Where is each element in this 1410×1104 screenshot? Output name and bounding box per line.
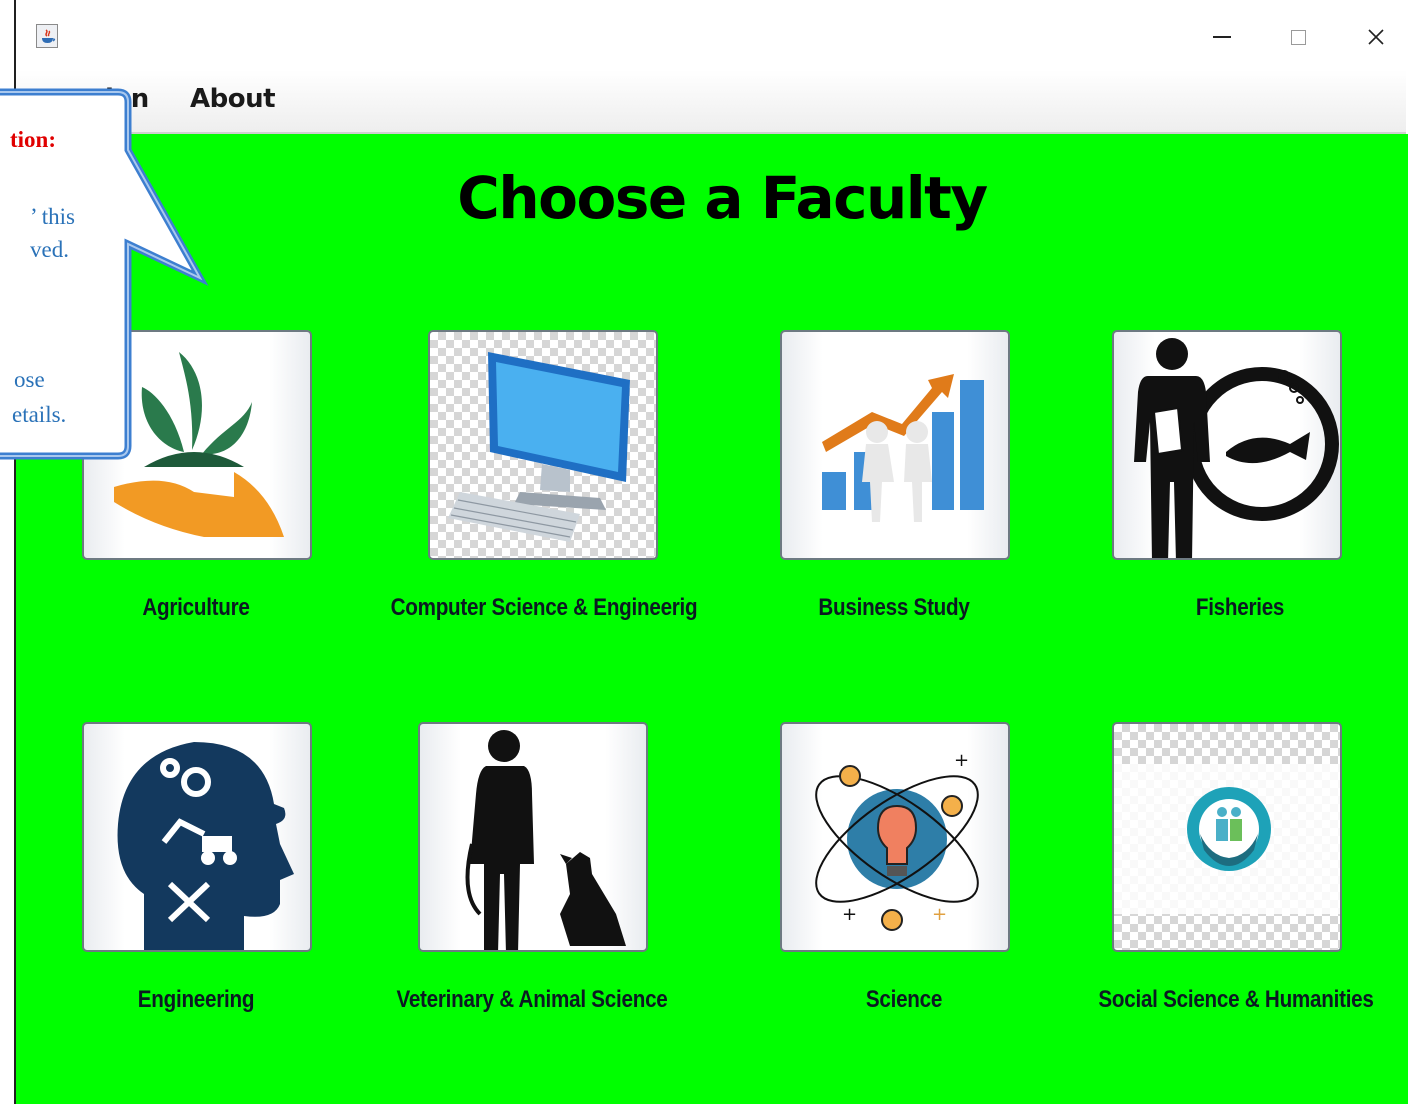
faculty-label-computer-science: Computer Science & Engineerig — [390, 594, 698, 621]
title-bar — [16, 0, 1406, 70]
faculty-tile-veterinary[interactable] — [418, 722, 648, 952]
faculty-label-science: Science — [865, 986, 943, 1013]
engineer-head-icon — [117, 742, 294, 950]
faculty-tile-fisheries[interactable] — [1112, 330, 1342, 560]
close-icon — [1368, 29, 1384, 45]
person-with-fish-icon — [1134, 338, 1339, 558]
business-growth-icon — [822, 374, 984, 522]
callout-line-2: ved. — [30, 237, 69, 262]
faculty-label-veterinary: Veterinary & Animal Science — [396, 986, 668, 1013]
minimize-button[interactable] — [1202, 18, 1242, 56]
vet-with-dog-icon — [465, 730, 626, 950]
faculty-tile-business-study[interactable] — [780, 330, 1010, 560]
faculty-tile-engineering[interactable] — [82, 722, 312, 952]
callout-line-1: ’ this — [30, 204, 75, 229]
callout-title: tion: — [10, 127, 56, 152]
app-window: ation About Choose a Faculty — [14, 0, 1408, 1104]
faculty-panel: Choose a Faculty Agriculture Computer Sc… — [16, 134, 1408, 1104]
faculty-tile-computer-science[interactable] — [428, 330, 658, 560]
faculty-label-agriculture: Agriculture — [142, 594, 250, 621]
menu-bar: ation About — [16, 70, 1406, 134]
maximize-icon — [1290, 29, 1306, 45]
svg-text:+: + — [954, 750, 969, 771]
svg-text:+: + — [842, 904, 857, 925]
minimize-icon — [1213, 36, 1231, 38]
faculty-tile-science[interactable]: + + + — [780, 722, 1010, 952]
svg-text:+: + — [932, 904, 947, 925]
faculty-label-fisheries: Fisheries — [1195, 594, 1285, 621]
faculty-label-social-science: Social Science & Humanities — [1098, 986, 1374, 1013]
close-button[interactable] — [1356, 18, 1396, 56]
java-app-icon — [36, 24, 58, 48]
atom-bulb-icon: + + + — [815, 750, 979, 931]
faculty-label-engineering: Engineering — [137, 986, 255, 1013]
maximize-button[interactable] — [1278, 18, 1318, 56]
faculty-tile-social-science[interactable] — [1112, 722, 1342, 952]
page-title: Choose a Faculty — [457, 164, 988, 232]
callout-line-3: ose — [14, 367, 45, 392]
desktop-computer-icon — [448, 352, 630, 542]
family-in-hands-icon — [1114, 764, 1340, 914]
faculty-label-business-study: Business Study — [818, 594, 970, 621]
callout-line-4: etails. — [12, 402, 67, 427]
